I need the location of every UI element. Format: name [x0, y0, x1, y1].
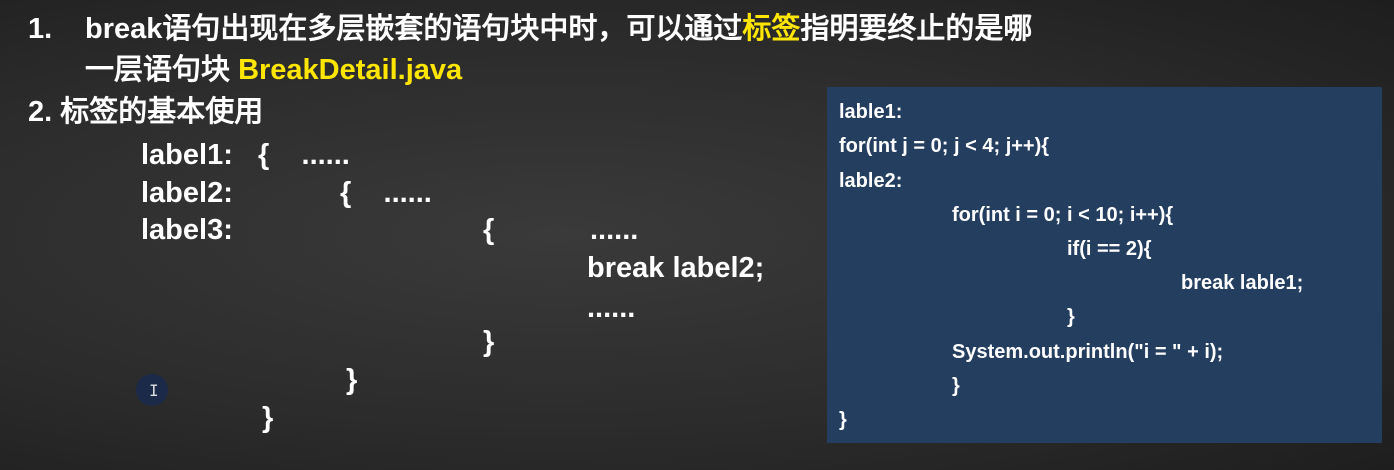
item-1-line-2: 一层语句块 BreakDetail.java	[85, 56, 462, 85]
code-line: break lable1;	[1181, 272, 1304, 294]
item-2-title: 2. 标签的基本使用	[28, 96, 264, 128]
code-line: lable2:	[839, 170, 903, 192]
item-1-line-1: break语句出现在多层嵌套的语句块中时，可以通过标签指明要终止的是哪	[85, 15, 1032, 44]
close-3: }	[483, 326, 495, 358]
highlight-text: 标签	[742, 13, 801, 45]
code-line: }	[839, 409, 847, 431]
file-name: BreakDetail.java	[238, 54, 463, 86]
label2: label2:	[141, 177, 233, 209]
code-line: for(int i = 0; i < 10; i++){	[952, 204, 1174, 226]
item-1-number: 1.	[28, 13, 53, 45]
dots-1: ......	[590, 214, 639, 246]
close-2: }	[346, 364, 358, 396]
code-line: lable1:	[839, 101, 903, 123]
break-statement: break label2;	[587, 252, 765, 284]
code-line: }	[952, 375, 960, 397]
code-line: }	[1067, 306, 1075, 328]
label1: label1:	[141, 139, 233, 171]
label3-open: {	[483, 214, 495, 246]
text: 一层语句块	[85, 54, 239, 86]
cursor-glyph: I	[149, 381, 159, 400]
code-line: for(int j = 0; j < 4; j++){	[839, 135, 1050, 157]
text: break语句出现在多层嵌套的语句块中时，可以通过	[85, 13, 743, 45]
label3: label3:	[141, 214, 233, 246]
code-line: if(i == 2){	[1067, 238, 1152, 260]
label2-open: { ......	[340, 177, 432, 209]
close-1: }	[262, 402, 274, 434]
text: 指明要终止的是哪	[800, 13, 1033, 45]
code-line: System.out.println("i = " + i);	[952, 341, 1224, 363]
label1-open: { ......	[258, 139, 350, 171]
code-example-box: lable1: for(int j = 0; j < 4; j++){ labl…	[827, 87, 1382, 443]
text-cursor-icon: I	[136, 374, 168, 406]
dots-2: ......	[587, 292, 636, 324]
